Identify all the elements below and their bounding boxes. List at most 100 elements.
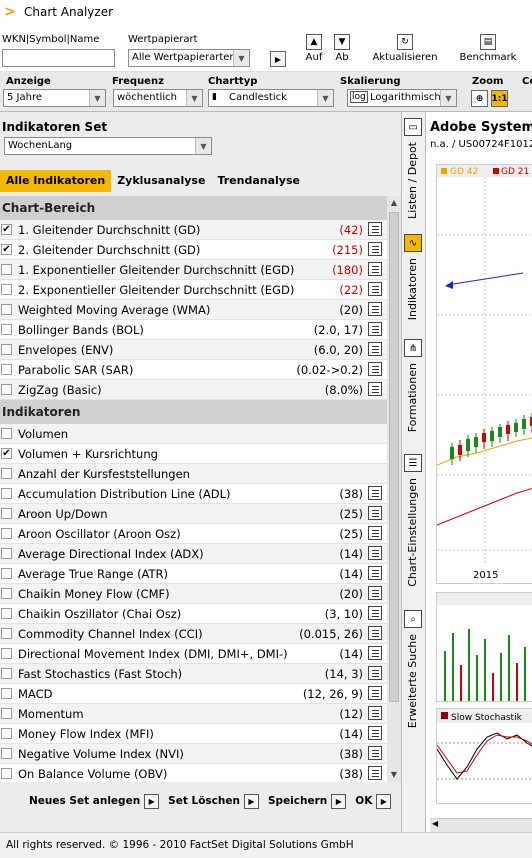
scrollbar-thumb[interactable] — [389, 212, 399, 702]
edit-settings-icon[interactable] — [368, 686, 382, 700]
indicator-list-scrollbar[interactable]: ▲ ▼ — [387, 196, 401, 782]
indicator-row[interactable]: MACD (12, 26, 9) — [0, 684, 387, 704]
chart-horizontal-scrollbar[interactable]: ◀ — [430, 818, 532, 832]
indicator-row[interactable]: Weighted Moving Average (WMA) (20) — [0, 300, 387, 320]
edit-settings-icon[interactable] — [368, 586, 382, 600]
indicator-row[interactable]: ✔ 1. Gleitender Durchschnitt (GD) (42) — [0, 220, 387, 240]
edit-settings-icon[interactable] — [368, 766, 382, 780]
scroll-left-icon[interactable]: ◀ — [432, 819, 438, 828]
indicator-row[interactable]: Commodity Channel Index (CCI) (0.015, 26) — [0, 624, 387, 644]
indicator-row[interactable]: On Balance Volume (OBV) (38) — [0, 764, 387, 782]
indicator-row[interactable]: Parabolic SAR (SAR) (0.02->0.2) — [0, 360, 387, 380]
edit-settings-icon[interactable] — [368, 606, 382, 620]
indicator-checkbox[interactable] — [1, 768, 12, 779]
edit-settings-icon[interactable] — [368, 242, 382, 256]
indicator-row[interactable]: ✔ 2. Gleitender Durchschnitt (GD) (215) — [0, 240, 387, 260]
edit-settings-icon[interactable] — [368, 322, 382, 336]
edit-settings-icon[interactable] — [368, 302, 382, 316]
edit-settings-icon[interactable] — [368, 626, 382, 640]
tab-trendanalyse[interactable]: Trendanalyse — [211, 170, 306, 192]
indicator-checkbox[interactable]: ✔ — [1, 244, 12, 255]
side-tab-erweiterte-suche[interactable]: ⌕ Erweiterte Suche — [404, 610, 424, 728]
edit-settings-icon[interactable] — [368, 382, 382, 396]
charttyp-select[interactable]: ▮ Candlestick ▼ — [208, 89, 334, 107]
indicator-checkbox[interactable] — [1, 344, 12, 355]
indicator-row[interactable]: 1. Exponentieller Gleitender Durchschnit… — [0, 260, 387, 280]
side-tab-formationen[interactable]: ⋔ Formationen — [404, 339, 424, 432]
edit-settings-icon[interactable] — [368, 526, 382, 540]
side-tab-listen-depot[interactable]: ▭ Listen / Depot — [404, 118, 424, 219]
stochastic-chart[interactable]: Slow Stochastik — [436, 708, 532, 804]
edit-settings-icon[interactable] — [368, 706, 382, 720]
save-button[interactable]: Speichern ▶ — [268, 793, 347, 809]
indicator-checkbox[interactable] — [1, 364, 12, 375]
indicator-row[interactable]: Chaikin Oszillator (Chai Osz) (3, 10) — [0, 604, 387, 624]
indicator-checkbox[interactable] — [1, 548, 12, 559]
indicator-row[interactable]: Chaikin Money Flow (CMF) (20) — [0, 584, 387, 604]
indicator-row[interactable]: Bollinger Bands (BOL) (2.0, 17) — [0, 320, 387, 340]
indicator-checkbox[interactable] — [1, 304, 12, 315]
indicator-checkbox[interactable] — [1, 628, 12, 639]
indicator-checkbox[interactable]: ✔ — [1, 224, 12, 235]
indicator-checkbox[interactable] — [1, 428, 12, 439]
anzeige-select[interactable]: 5 Jahre ▼ — [3, 89, 106, 107]
security-type-select[interactable]: Alle Wertpapierarten ▼ — [128, 49, 250, 67]
edit-settings-icon[interactable] — [368, 746, 382, 760]
search-go-button[interactable]: ▶ — [270, 51, 286, 67]
ok-button[interactable]: OK ▶ — [355, 793, 392, 809]
side-tab-chart-einstellungen[interactable]: ☰ Chart-Einstellungen — [404, 454, 424, 587]
indicator-set-select[interactable]: WochenLang ▼ — [4, 137, 212, 155]
indicator-checkbox[interactable] — [1, 488, 12, 499]
indicator-checkbox[interactable] — [1, 688, 12, 699]
frequenz-select[interactable]: wöchentlich ▼ — [113, 89, 203, 107]
indicator-checkbox[interactable] — [1, 708, 12, 719]
indicator-checkbox[interactable] — [1, 728, 12, 739]
indicator-row[interactable]: ✔ Volumen + Kursrichtung — [0, 444, 387, 464]
edit-settings-icon[interactable] — [368, 486, 382, 500]
up-button[interactable]: ▲ Auf — [300, 34, 328, 63]
indicator-checkbox[interactable] — [1, 264, 12, 275]
edit-settings-icon[interactable] — [368, 666, 382, 680]
indicator-row[interactable]: Anzahl der Kursfeststellungen — [0, 464, 387, 484]
indicator-row[interactable]: Volumen — [0, 424, 387, 444]
tab-zyklusanalyse[interactable]: Zyklusanalyse — [111, 170, 211, 192]
indicator-row[interactable]: Aroon Oscillator (Aroon Osz) (25) — [0, 524, 387, 544]
indicator-checkbox[interactable] — [1, 508, 12, 519]
indicator-row[interactable]: 2. Exponentieller Gleitender Durchschnit… — [0, 280, 387, 300]
benchmark-button[interactable]: ▤ Benchmark — [452, 34, 524, 63]
indicator-row[interactable]: Accumulation Distribution Line (ADL) (38) — [0, 484, 387, 504]
indicator-checkbox[interactable] — [1, 588, 12, 599]
indicator-checkbox[interactable] — [1, 648, 12, 659]
edit-settings-icon[interactable] — [368, 566, 382, 580]
indicator-row[interactable]: Average Directional Index (ADX) (14) — [0, 544, 387, 564]
indicator-checkbox[interactable]: ✔ — [1, 448, 12, 459]
volume-chart[interactable] — [436, 592, 532, 702]
indicator-checkbox[interactable] — [1, 468, 12, 479]
skalierung-select[interactable]: log Logarithmisch ▼ — [347, 89, 457, 107]
indicator-row[interactable]: ZigZag (Basic) (8.0%) — [0, 380, 387, 400]
zoom-in-button[interactable]: ⊕ — [471, 90, 488, 107]
indicator-row[interactable]: Fast Stochastics (Fast Stoch) (14, 3) — [0, 664, 387, 684]
edit-settings-icon[interactable] — [368, 726, 382, 740]
indicator-checkbox[interactable] — [1, 668, 12, 679]
tab-alle-indikatoren[interactable]: Alle Indikatoren — [0, 170, 112, 192]
edit-settings-icon[interactable] — [368, 362, 382, 376]
indicator-checkbox[interactable] — [1, 748, 12, 759]
indicator-checkbox[interactable] — [1, 568, 12, 579]
down-button[interactable]: ▼ Ab — [328, 34, 356, 63]
refresh-button[interactable]: ↻ Aktualisieren — [365, 34, 445, 63]
edit-settings-icon[interactable] — [368, 506, 382, 520]
indicator-row[interactable]: Aroon Up/Down (25) — [0, 504, 387, 524]
indicator-row[interactable]: Momentum (12) — [0, 704, 387, 724]
side-tab-indikatoren[interactable]: ∿ Indikatoren — [404, 234, 424, 320]
new-set-button[interactable]: Neues Set anlegen ▶ — [29, 793, 160, 809]
indicator-row[interactable]: Envelopes (ENV) (6.0, 20) — [0, 340, 387, 360]
indicator-row[interactable]: Directional Movement Index (DMI, DMI+, D… — [0, 644, 387, 664]
indicator-checkbox[interactable] — [1, 284, 12, 295]
delete-set-button[interactable]: Set Löschen ▶ — [168, 793, 259, 809]
wkn-search-input[interactable] — [2, 49, 115, 67]
edit-settings-icon[interactable] — [368, 646, 382, 660]
indicator-checkbox[interactable] — [1, 528, 12, 539]
price-chart[interactable]: GD 42 GD 21 2015 — [436, 164, 532, 584]
edit-settings-icon[interactable] — [368, 262, 382, 276]
